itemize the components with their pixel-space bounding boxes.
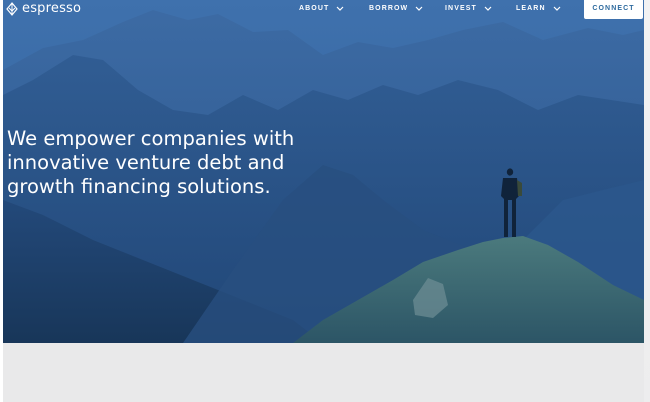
nav-item-label: BORROW: [369, 5, 409, 12]
brand-name: espresso: [22, 1, 82, 16]
chevron-down-icon: [415, 6, 423, 11]
nav-item-borrow[interactable]: BORROW: [369, 5, 423, 12]
nav-item-label: INVEST: [445, 5, 477, 12]
brand-logo[interactable]: espresso: [5, 1, 81, 16]
nav-item-label: ABOUT: [299, 5, 330, 12]
leaf-icon: [6, 1, 18, 16]
hero-headline: We empower companies with innovative ven…: [7, 127, 295, 198]
nav-item-about[interactable]: ABOUT: [299, 5, 344, 12]
top-navigation-bar: espresso ABOUT BORROW INVEST LEARN CONNE…: [3, 0, 644, 19]
content-placeholder-section: [3, 343, 644, 402]
page-edge-shade: [644, 0, 650, 402]
nav-item-invest[interactable]: INVEST: [445, 5, 492, 12]
hero-section: espresso ABOUT BORROW INVEST LEARN CONNE…: [3, 0, 644, 343]
nav-item-label: LEARN: [516, 5, 546, 12]
connect-button[interactable]: CONNECT: [584, 0, 643, 19]
chevron-down-icon: [484, 6, 492, 11]
nav-item-learn[interactable]: LEARN: [516, 5, 561, 12]
chevron-down-icon: [553, 6, 561, 11]
chevron-down-icon: [336, 6, 344, 11]
